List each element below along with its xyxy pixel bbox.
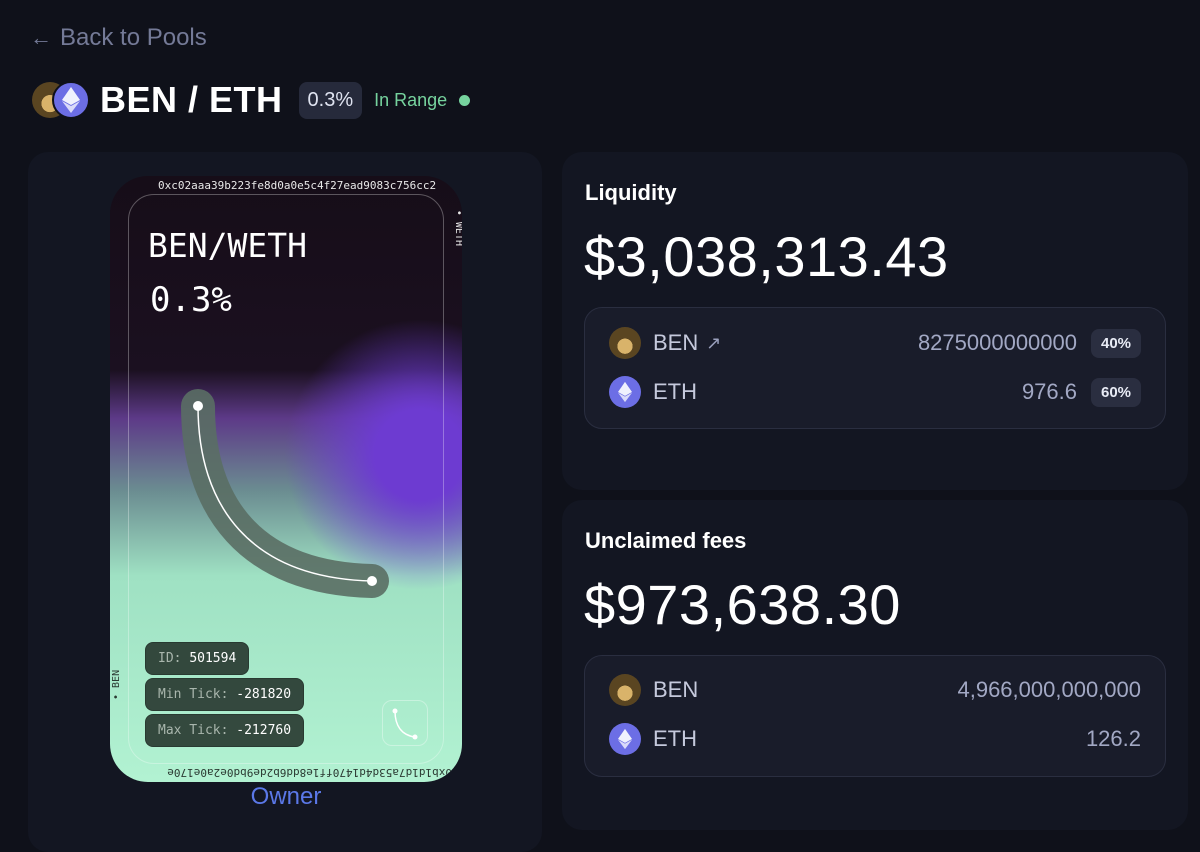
fees-row-eth: ETH 126.2	[609, 721, 1141, 757]
fee-tier-badge: 0.3%	[298, 81, 363, 119]
nft-max-tick-chip: Max Tick: -212760	[145, 714, 305, 747]
back-to-pools-link[interactable]: ← Back to Pools	[30, 24, 207, 52]
ben-symbol-link[interactable]: BEN ↗	[653, 330, 721, 356]
token-amount: 126.2	[1085, 726, 1141, 751]
position-nft-image: 0xc02aaa39b223fe8d0a0e5c4f27ead9083c756c…	[110, 176, 462, 782]
token-percent-badge: 40%	[1091, 328, 1141, 358]
nft-min-tick-label: Min Tick:	[158, 687, 229, 702]
nft-max-tick-value: -212760	[236, 723, 292, 738]
token-symbol: ETH	[653, 379, 697, 404]
arrow-left-icon: ←	[30, 25, 52, 50]
fees-value: $973,638.30	[584, 573, 901, 636]
token-percent-badge: 60%	[1091, 377, 1141, 407]
owner-link[interactable]: Owner	[110, 783, 462, 811]
fees-label: Unclaimed fees	[585, 528, 747, 553]
unclaimed-fees-card: Unclaimed fees $973,638.30 BEN 4,966,000…	[562, 500, 1188, 830]
nft-min-tick-chip: Min Tick: -281820	[145, 678, 305, 711]
fees-token-breakdown: BEN 4,966,000,000,000 ETH 126.2	[584, 655, 1166, 777]
ben-token-icon	[609, 327, 641, 359]
nft-max-tick-label: Max Tick:	[158, 723, 229, 738]
eth-token-icon	[609, 376, 641, 408]
pool-header: BEN / ETH 0.3% In Range	[32, 79, 471, 120]
liquidity-row-eth: ETH 976.6 60%	[609, 374, 1141, 410]
range-status: In Range	[374, 89, 448, 110]
token-symbol: ETH	[653, 726, 697, 751]
liquidity-row-ben: BEN ↗ 8275000000000 40%	[609, 325, 1141, 361]
token-amount: 976.6	[1021, 379, 1077, 404]
back-label: Back to Pools	[60, 24, 207, 51]
nft-min-tick-value: -281820	[236, 687, 292, 702]
fees-row-ben: BEN 4,966,000,000,000	[609, 672, 1141, 708]
eth-symbol: ETH	[653, 726, 697, 752]
nft-mini-curve-icon	[382, 700, 428, 746]
token-amount: 8275000000000	[917, 330, 1077, 355]
liquidity-token-breakdown: BEN ↗ 8275000000000 40% ETH 976.6 60%	[584, 307, 1166, 429]
range-status-dot	[459, 94, 471, 106]
nft-id-label: ID:	[158, 651, 182, 666]
token-pair-icons	[32, 80, 92, 120]
liquidity-label: Liquidity	[585, 180, 677, 205]
token-symbol: BEN	[653, 677, 699, 702]
eth-token-icon	[52, 81, 90, 119]
eth-symbol: ETH	[653, 379, 697, 405]
nft-id-chip: ID: 501594	[145, 642, 250, 675]
ben-symbol: BEN	[653, 677, 698, 703]
eth-token-icon	[609, 723, 641, 755]
pool-title: BEN / ETH	[100, 79, 283, 120]
ben-token-icon	[609, 674, 641, 706]
external-link-icon[interactable]: ↗	[706, 333, 721, 354]
liquidity-card: Liquidity $3,038,313.43 BEN ↗ 8275000000…	[562, 152, 1188, 490]
token-symbol: BEN	[653, 330, 699, 355]
nft-id-value: 501594	[189, 651, 237, 666]
token-amount: 4,966,000,000,000	[957, 677, 1141, 702]
liquidity-value: $3,038,313.43	[584, 225, 949, 288]
